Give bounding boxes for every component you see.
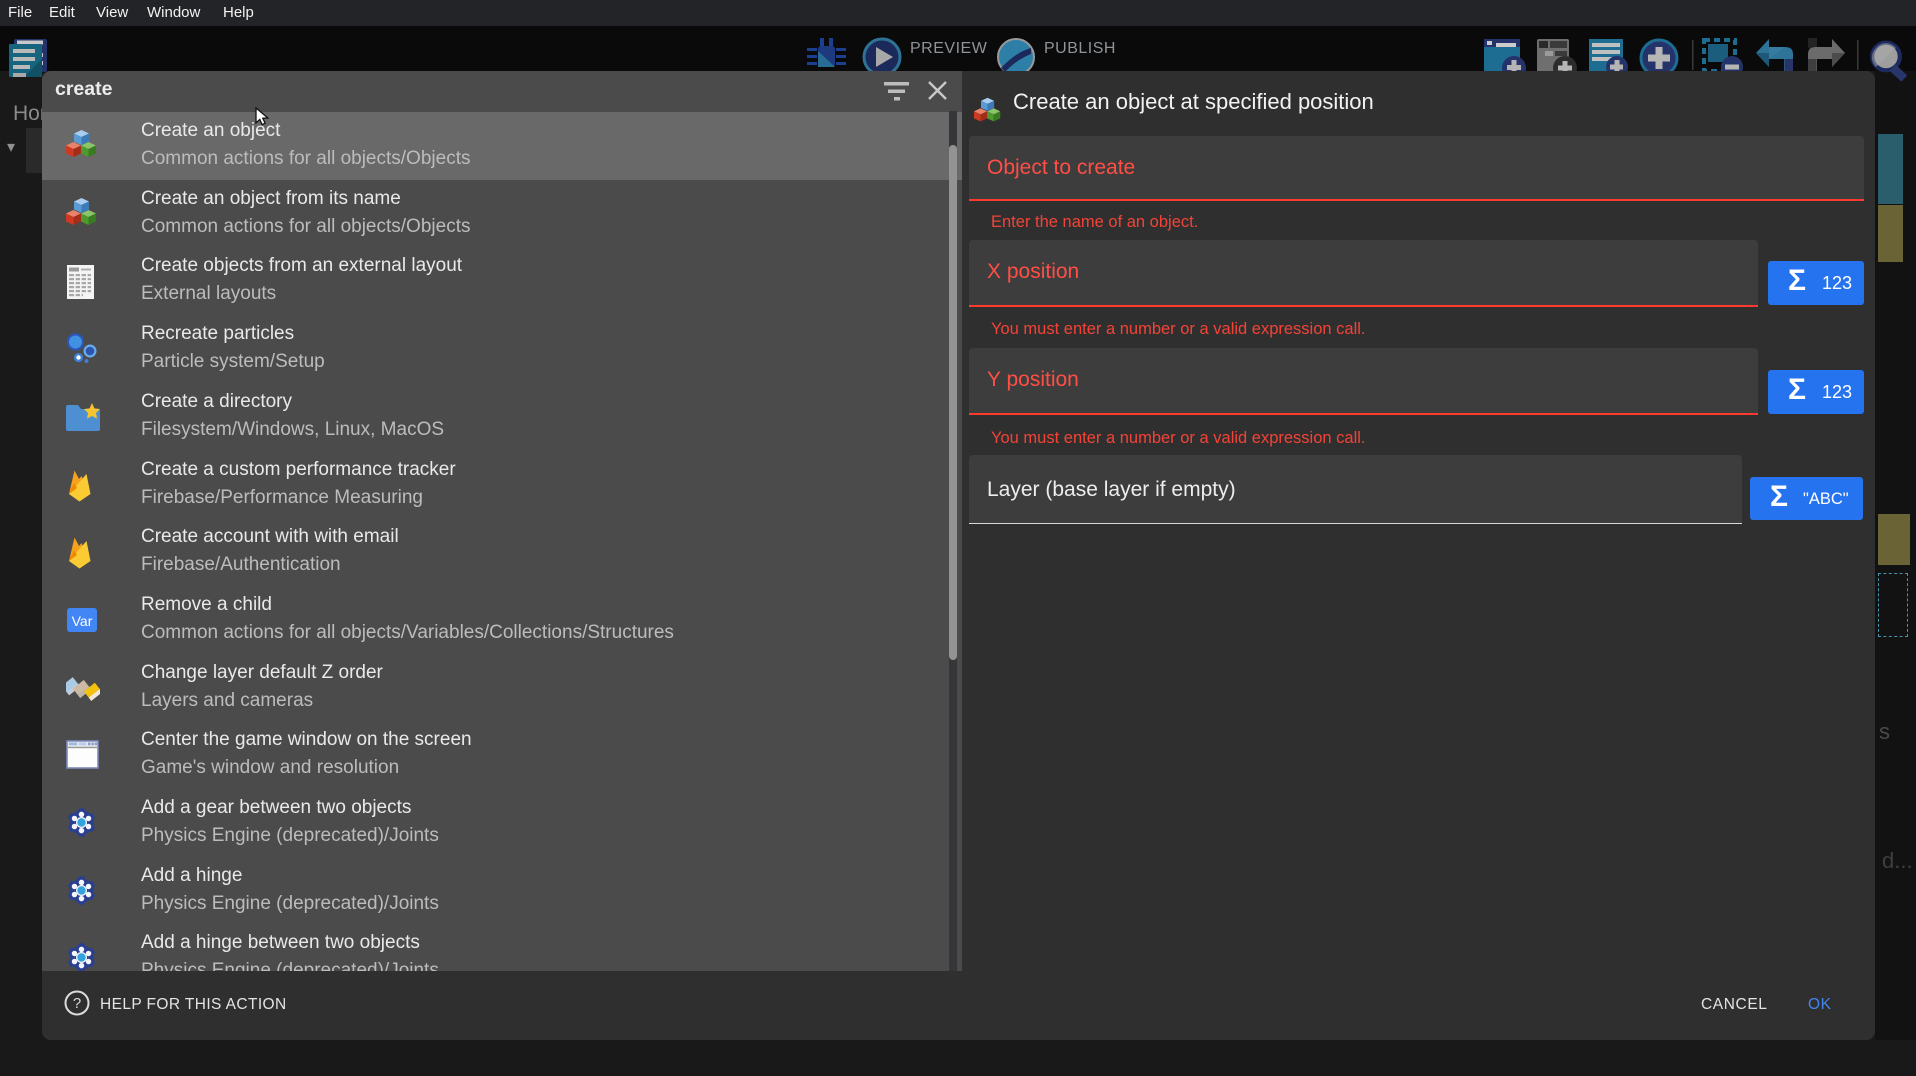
svg-text:?: ?: [73, 995, 81, 1012]
